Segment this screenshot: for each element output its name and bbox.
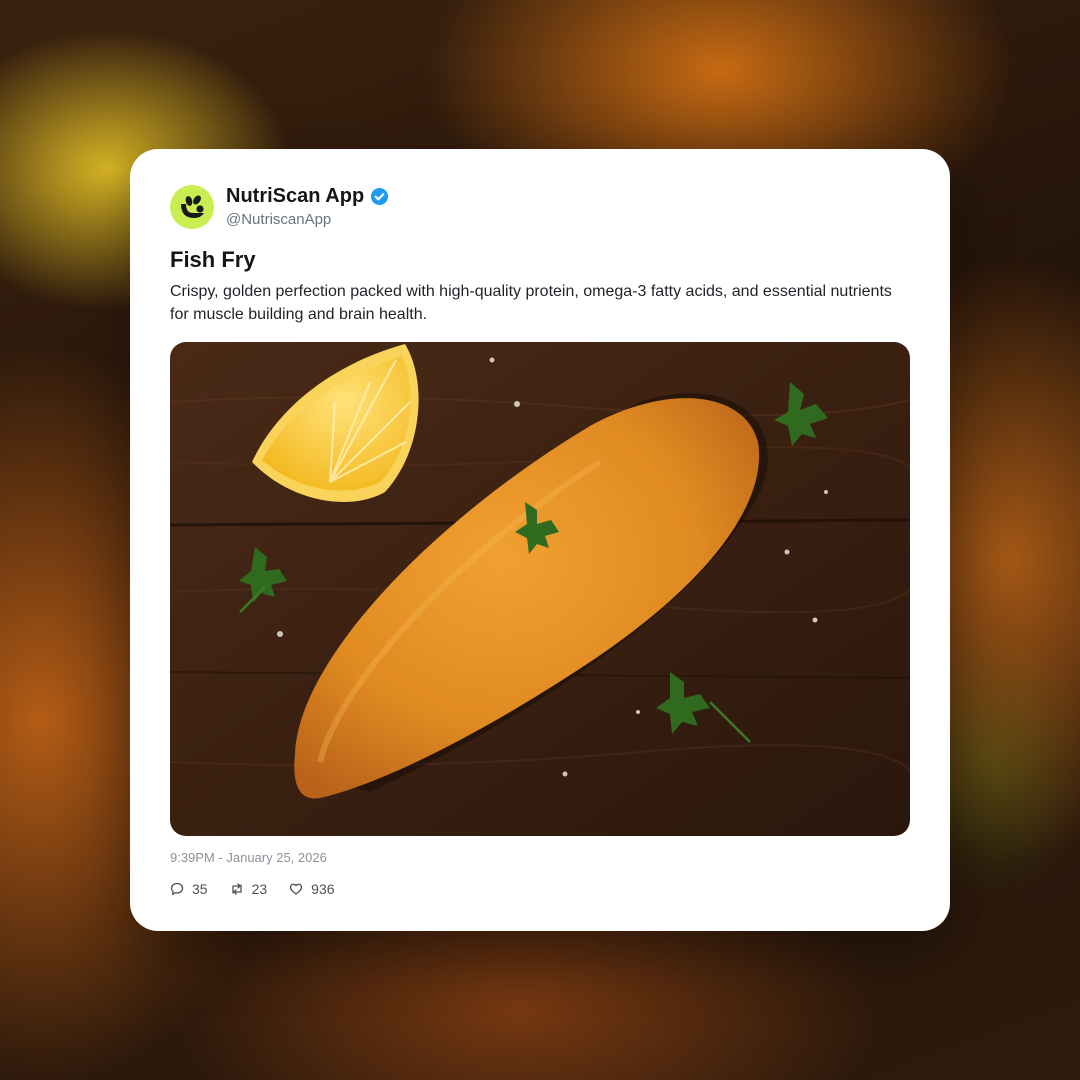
verified-badge-icon [371,187,389,206]
post-description: Crispy, golden perfection packed with hi… [170,283,892,323]
post-card: NutriScan App @NutriscanApp Fish Fry Cri… [130,149,950,931]
display-name[interactable]: NutriScan App [226,185,364,208]
comment-count: 35 [192,881,208,897]
like-button[interactable]: 936 [289,881,335,897]
author-row: NutriScan App [226,185,389,208]
heart-icon [290,883,303,895]
post-timestamp[interactable]: 9:39PM - January 25, 2026 [170,850,327,865]
comment-button[interactable]: 35 [170,881,208,897]
repost-count: 23 [251,881,268,897]
repost-button[interactable]: 23 [230,881,268,897]
post-title: Fish Fry [170,247,256,272]
user-handle[interactable]: @NutriscanApp [226,211,331,228]
fish-fry-photo [170,342,910,836]
comment-icon [170,882,184,896]
like-count: 936 [311,881,335,897]
post-image[interactable] [170,342,910,836]
engagement-bar: 35 23 936 [170,881,357,897]
nutriscan-logo-icon [181,195,204,218]
repost-icon [231,883,242,895]
avatar[interactable] [170,185,214,229]
